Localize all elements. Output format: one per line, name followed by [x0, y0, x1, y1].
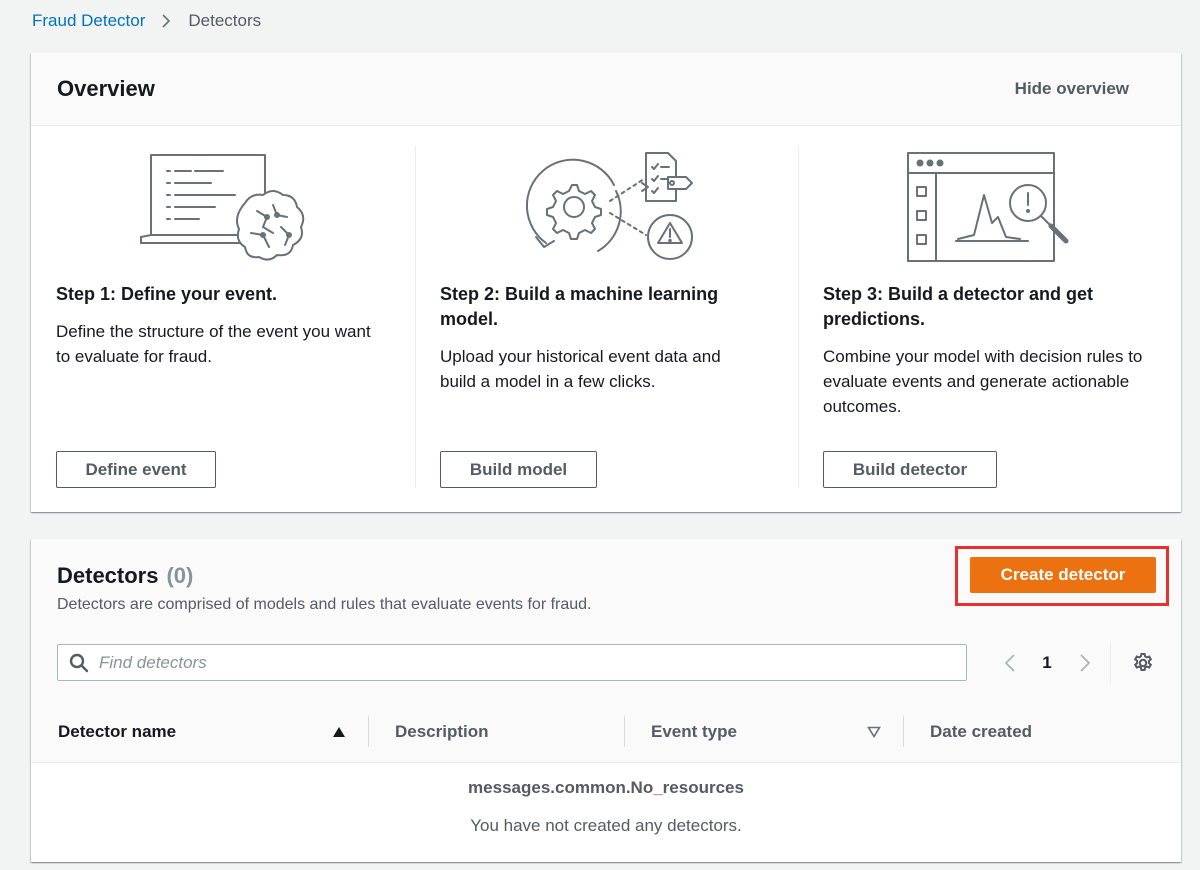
next-page-button[interactable] [1074, 649, 1096, 676]
hide-overview-button[interactable]: Hide overview [1015, 79, 1129, 99]
column-header-date-created: Date created [930, 722, 1033, 741]
pagination-divider [1110, 643, 1111, 683]
chevron-right-icon [1080, 653, 1091, 672]
chevron-left-icon [1004, 653, 1015, 672]
overview-panel: Overview Hide overview Step 1: Define yo… [31, 53, 1181, 512]
gear-icon [1133, 652, 1153, 671]
define-event-button[interactable]: Define event [56, 451, 216, 488]
column-header-detector-name[interactable]: Detector name [58, 701, 176, 763]
detectors-description: Detectors are comprised of models and ru… [57, 596, 592, 613]
step-2-description: Upload your historical event data and bu… [440, 347, 721, 391]
overview-steps: Step 1: Define your event. Define the st… [31, 126, 1181, 511]
gear-checklist-warning-icon [518, 151, 698, 268]
search-field[interactable] [57, 644, 967, 681]
detectors-header: Detectors (0) Detectors are comprised of … [31, 539, 1181, 701]
create-detector-button[interactable]: Create detector [970, 557, 1156, 593]
step-1: Step 1: Define your event. Define the st… [31, 126, 415, 511]
step-2-title: Step 2: Build a machine learning model. [440, 284, 719, 329]
detectors-panel: Detectors (0) Detectors are comprised of … [31, 539, 1181, 862]
overview-header: Overview Hide overview [31, 53, 1181, 126]
detectors-count: (0) [166, 563, 194, 588]
search-icon [69, 653, 89, 673]
step-3-description: Combine your model with decision rules t… [823, 347, 1143, 416]
column-divider [368, 716, 369, 747]
column-divider [903, 716, 904, 747]
build-model-button[interactable]: Build model [440, 451, 597, 488]
breadcrumb: Fraud Detector Detectors [32, 9, 261, 33]
sort-descending-icon[interactable] [867, 701, 881, 763]
current-page-number[interactable]: 1 [1037, 649, 1057, 676]
browser-chart-magnifier-icon [906, 151, 1072, 268]
detectors-title: Detectors (0) [57, 563, 193, 589]
step-3-title: Step 3: Build a detector and get predict… [823, 284, 1094, 329]
step-2: Step 2: Build a machine learning model. … [415, 126, 798, 511]
search-input[interactable] [99, 652, 919, 673]
step-1-description: Define the structure of the event you wa… [56, 322, 371, 366]
settings-button[interactable] [1131, 649, 1155, 676]
column-header-description: Description [395, 722, 489, 741]
step-3: Step 3: Build a detector and get predict… [798, 126, 1181, 511]
breadcrumb-detectors: Detectors [188, 11, 262, 30]
build-detector-button[interactable]: Build detector [823, 451, 997, 488]
previous-page-button[interactable] [999, 649, 1021, 676]
empty-state-title: messages.common.No_resources [468, 778, 744, 797]
detectors-title-text: Detectors [57, 563, 159, 588]
table-header: Detector name Description Event type Dat… [31, 701, 1181, 763]
laptop-brain-icon [139, 151, 305, 268]
step-1-title: Step 1: Define your event. [56, 284, 278, 304]
chevron-right-icon [161, 13, 171, 29]
sort-ascending-icon[interactable] [332, 701, 346, 763]
empty-state-message: You have not created any detectors. [470, 816, 742, 835]
breadcrumb-fraud-detector-link[interactable]: Fraud Detector [32, 11, 145, 31]
column-header-event-type[interactable]: Event type [651, 701, 737, 763]
column-divider [624, 716, 625, 747]
overview-title: Overview [57, 76, 155, 101]
